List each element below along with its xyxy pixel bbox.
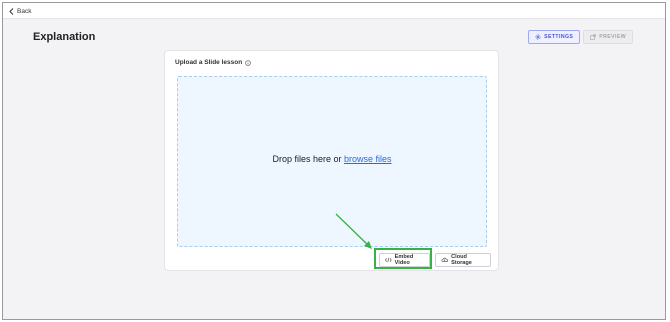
tab-settings[interactable]: SETTINGS <box>528 30 581 44</box>
chevron-left-icon <box>9 7 14 15</box>
view-tabs: SETTINGS PREVIEW <box>528 30 633 44</box>
gear-icon <box>535 34 541 40</box>
drop-prompt: Drop files here or <box>272 154 342 164</box>
file-dropzone[interactable]: Drop files here or browse files <box>177 76 487 247</box>
cloud-upload-icon <box>441 257 448 263</box>
info-icon[interactable] <box>245 59 251 66</box>
tab-preview[interactable]: PREVIEW <box>583 30 633 44</box>
top-bar: Back <box>3 3 665 19</box>
upload-card: Upload a Slide lesson Drop files here or… <box>164 50 499 271</box>
tab-settings-label: SETTINGS <box>544 34 574 40</box>
cloud-storage-label: Cloud Storage <box>451 254 472 266</box>
browse-files-link[interactable]: browse files <box>344 154 392 164</box>
cloud-storage-button[interactable]: Cloud Storage <box>435 253 491 267</box>
page-title: Explanation <box>33 31 96 43</box>
back-label: Back <box>17 7 32 15</box>
external-link-icon <box>590 34 597 40</box>
back-button[interactable]: Back <box>9 6 31 16</box>
embed-video-highlight <box>374 248 432 269</box>
upload-title-label: Upload a Slide lesson <box>175 59 243 66</box>
dropzone-text: Drop files here or browse files <box>178 154 486 164</box>
upload-title: Upload a Slide lesson <box>175 59 251 66</box>
tab-preview-label: PREVIEW <box>599 34 626 40</box>
